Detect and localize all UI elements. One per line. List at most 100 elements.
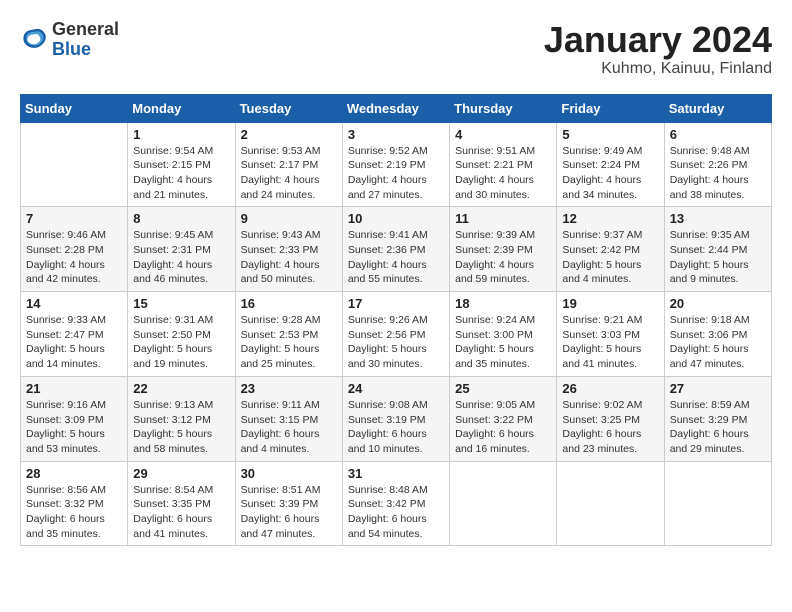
day-info: Sunrise: 9:45 AMSunset: 2:31 PMDaylight:… <box>133 228 229 287</box>
calendar-cell: 11 Sunrise: 9:39 AMSunset: 2:39 PMDayligh… <box>450 207 557 292</box>
calendar-cell <box>664 461 771 546</box>
day-number: 23 <box>241 381 337 396</box>
day-number: 24 <box>348 381 444 396</box>
calendar-cell: 19 Sunrise: 9:21 AMSunset: 3:03 PMDayligh… <box>557 292 664 377</box>
calendar-cell: 30Sunrise: 8:51 AMSunset: 3:39 PMDayligh… <box>235 461 342 546</box>
day-number: 18 <box>455 296 551 311</box>
calendar-cell: 5 Sunrise: 9:49 AMSunset: 2:24 PMDaylight… <box>557 122 664 207</box>
day-info: Sunrise: 8:54 AMSunset: 3:35 PMDaylight:… <box>133 483 229 542</box>
days-header-row: SundayMondayTuesdayWednesdayThursdayFrid… <box>21 94 772 122</box>
header-day-friday: Friday <box>557 94 664 122</box>
day-number: 17 <box>348 296 444 311</box>
calendar-cell: 8 Sunrise: 9:45 AMSunset: 2:31 PMDaylight… <box>128 207 235 292</box>
day-number: 13 <box>670 211 766 226</box>
day-number: 14 <box>26 296 122 311</box>
day-info: Sunrise: 9:41 AMSunset: 2:36 PMDaylight:… <box>348 228 444 287</box>
day-info: Sunrise: 9:53 AMSunset: 2:17 PMDaylight:… <box>241 144 337 203</box>
day-number: 12 <box>562 211 658 226</box>
day-info: Sunrise: 9:33 AMSunset: 2:47 PMDaylight:… <box>26 313 122 372</box>
calendar-cell: 14 Sunrise: 9:33 AMSunset: 2:47 PMDayligh… <box>21 292 128 377</box>
day-info: Sunrise: 9:16 AMSunset: 3:09 PMDaylight:… <box>26 398 122 457</box>
logo: General Blue <box>20 20 119 60</box>
day-info: Sunrise: 8:59 AMSunset: 3:29 PMDaylight:… <box>670 398 766 457</box>
day-number: 10 <box>348 211 444 226</box>
day-number: 5 <box>562 127 658 142</box>
calendar-cell: 18 Sunrise: 9:24 AMSunset: 3:00 PMDayligh… <box>450 292 557 377</box>
day-info: Sunrise: 9:52 AMSunset: 2:19 PMDaylight:… <box>348 144 444 203</box>
day-info: Sunrise: 8:48 AMSunset: 3:42 PMDaylight:… <box>348 483 444 542</box>
header-day-monday: Monday <box>128 94 235 122</box>
calendar-cell: 31Sunrise: 8:48 AMSunset: 3:42 PMDayligh… <box>342 461 449 546</box>
day-number: 7 <box>26 211 122 226</box>
header-day-thursday: Thursday <box>450 94 557 122</box>
header-day-tuesday: Tuesday <box>235 94 342 122</box>
day-number: 11 <box>455 211 551 226</box>
day-info: Sunrise: 9:46 AMSunset: 2:28 PMDaylight:… <box>26 228 122 287</box>
calendar-cell: 10 Sunrise: 9:41 AMSunset: 2:36 PMDayligh… <box>342 207 449 292</box>
day-number: 21 <box>26 381 122 396</box>
day-info: Sunrise: 9:21 AMSunset: 3:03 PMDaylight:… <box>562 313 658 372</box>
calendar-cell: 20Sunrise: 9:18 AMSunset: 3:06 PMDayligh… <box>664 292 771 377</box>
day-info: Sunrise: 9:18 AMSunset: 3:06 PMDaylight:… <box>670 313 766 372</box>
day-info: Sunrise: 9:37 AMSunset: 2:42 PMDaylight:… <box>562 228 658 287</box>
title-block: January 2024 Kuhmo, Kainuu, Finland <box>544 20 772 78</box>
day-info: Sunrise: 9:11 AMSunset: 3:15 PMDaylight:… <box>241 398 337 457</box>
header-day-wednesday: Wednesday <box>342 94 449 122</box>
day-number: 15 <box>133 296 229 311</box>
calendar-cell <box>450 461 557 546</box>
day-info: Sunrise: 9:24 AMSunset: 3:00 PMDaylight:… <box>455 313 551 372</box>
day-number: 8 <box>133 211 229 226</box>
day-number: 26 <box>562 381 658 396</box>
week-row-4: 21 Sunrise: 9:16 AMSunset: 3:09 PMDayligh… <box>21 376 772 461</box>
header-day-saturday: Saturday <box>664 94 771 122</box>
day-info: Sunrise: 9:08 AMSunset: 3:19 PMDaylight:… <box>348 398 444 457</box>
calendar-cell <box>557 461 664 546</box>
calendar-cell: 29Sunrise: 8:54 AMSunset: 3:35 PMDayligh… <box>128 461 235 546</box>
logo-icon <box>20 26 48 54</box>
day-info: Sunrise: 9:13 AMSunset: 3:12 PMDaylight:… <box>133 398 229 457</box>
day-number: 6 <box>670 127 766 142</box>
day-info: Sunrise: 9:54 AMSunset: 2:15 PMDaylight:… <box>133 144 229 203</box>
day-number: 9 <box>241 211 337 226</box>
day-info: Sunrise: 9:39 AMSunset: 2:39 PMDaylight:… <box>455 228 551 287</box>
calendar-cell: 9 Sunrise: 9:43 AMSunset: 2:33 PMDaylight… <box>235 207 342 292</box>
day-info: Sunrise: 9:49 AMSunset: 2:24 PMDaylight:… <box>562 144 658 203</box>
calendar-cell: 27 Sunrise: 8:59 AMSunset: 3:29 PMDayligh… <box>664 376 771 461</box>
calendar-cell: 6 Sunrise: 9:48 AMSunset: 2:26 PMDaylight… <box>664 122 771 207</box>
day-info: Sunrise: 9:31 AMSunset: 2:50 PMDaylight:… <box>133 313 229 372</box>
day-info: Sunrise: 9:35 AMSunset: 2:44 PMDaylight:… <box>670 228 766 287</box>
calendar-cell: 17Sunrise: 9:26 AMSunset: 2:56 PMDayligh… <box>342 292 449 377</box>
logo-general: General <box>52 20 119 40</box>
week-row-3: 14 Sunrise: 9:33 AMSunset: 2:47 PMDayligh… <box>21 292 772 377</box>
day-number: 30 <box>241 466 337 481</box>
day-number: 22 <box>133 381 229 396</box>
calendar-subtitle: Kuhmo, Kainuu, Finland <box>544 60 772 78</box>
day-number: 2 <box>241 127 337 142</box>
day-number: 27 <box>670 381 766 396</box>
calendar-cell: 4 Sunrise: 9:51 AMSunset: 2:21 PMDaylight… <box>450 122 557 207</box>
calendar-cell: 1 Sunrise: 9:54 AMSunset: 2:15 PMDaylight… <box>128 122 235 207</box>
day-number: 19 <box>562 296 658 311</box>
day-info: Sunrise: 9:02 AMSunset: 3:25 PMDaylight:… <box>562 398 658 457</box>
calendar-cell: 23 Sunrise: 9:11 AMSunset: 3:15 PMDayligh… <box>235 376 342 461</box>
calendar-table: SundayMondayTuesdayWednesdayThursdayFrid… <box>20 94 772 547</box>
day-info: Sunrise: 9:51 AMSunset: 2:21 PMDaylight:… <box>455 144 551 203</box>
day-number: 28 <box>26 466 122 481</box>
calendar-cell: 7 Sunrise: 9:46 AMSunset: 2:28 PMDaylight… <box>21 207 128 292</box>
day-number: 1 <box>133 127 229 142</box>
calendar-cell: 24 Sunrise: 9:08 AMSunset: 3:19 PMDayligh… <box>342 376 449 461</box>
header-day-sunday: Sunday <box>21 94 128 122</box>
calendar-title: January 2024 <box>544 20 772 60</box>
week-row-2: 7 Sunrise: 9:46 AMSunset: 2:28 PMDaylight… <box>21 207 772 292</box>
day-info: Sunrise: 9:43 AMSunset: 2:33 PMDaylight:… <box>241 228 337 287</box>
calendar-cell: 12 Sunrise: 9:37 AMSunset: 2:42 PMDayligh… <box>557 207 664 292</box>
day-info: Sunrise: 9:05 AMSunset: 3:22 PMDaylight:… <box>455 398 551 457</box>
calendar-cell: 21 Sunrise: 9:16 AMSunset: 3:09 PMDayligh… <box>21 376 128 461</box>
calendar-cell <box>21 122 128 207</box>
logo-blue: Blue <box>52 40 119 60</box>
day-info: Sunrise: 9:48 AMSunset: 2:26 PMDaylight:… <box>670 144 766 203</box>
day-number: 4 <box>455 127 551 142</box>
day-info: Sunrise: 9:28 AMSunset: 2:53 PMDaylight:… <box>241 313 337 372</box>
day-number: 3 <box>348 127 444 142</box>
day-number: 25 <box>455 381 551 396</box>
